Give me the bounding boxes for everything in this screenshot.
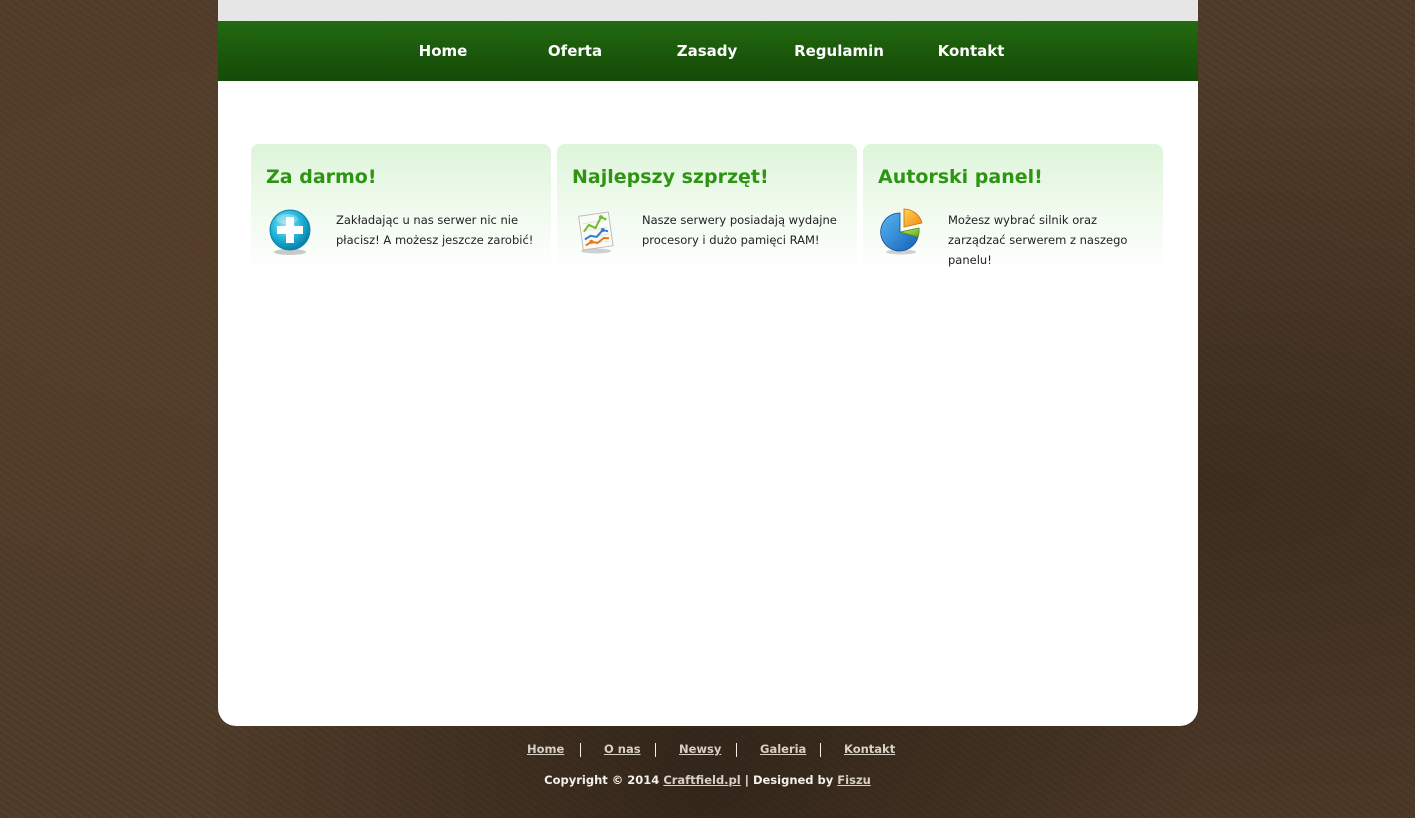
pie-chart-icon — [879, 208, 925, 256]
feature-description: Zakładając u nas serwer nic nie płacisz!… — [336, 213, 534, 247]
nav-item-home[interactable]: Home — [383, 21, 503, 81]
footer-separator — [820, 743, 821, 757]
feature-title: Za darmo! — [266, 166, 377, 188]
footer-separator — [736, 743, 737, 757]
feature-box-hardware: Najlepszy szprzęt! Nasze serwery posiada… — [557, 144, 857, 272]
line-chart-icon — [573, 208, 619, 256]
designed-by-text: | Designed by — [744, 773, 834, 787]
footer-link-galeria[interactable]: Galeria — [760, 742, 806, 756]
designer-link[interactable]: Fiszu — [837, 773, 871, 787]
feature-title: Autorski panel! — [878, 166, 1043, 188]
footer-link-o-nas[interactable]: O nas — [604, 742, 641, 756]
footer-link-kontakt[interactable]: Kontakt — [844, 742, 895, 756]
feature-description: Nasze serwery posiadają wydajne procesor… — [642, 213, 837, 247]
footer-navigation: Home O nas Newsy Galeria Kontakt — [0, 740, 1415, 760]
copyright-text: Copyright © 2014 — [544, 773, 660, 787]
feature-title: Najlepszy szprzęt! — [572, 166, 769, 188]
main-page-container: Home Oferta Zasady Regulamin Kontakt Za … — [218, 0, 1198, 726]
nav-item-kontakt[interactable]: Kontakt — [911, 21, 1031, 81]
footer-separator — [580, 743, 581, 757]
feature-description: Możesz wybrać silnik oraz zarządzać serw… — [948, 213, 1128, 267]
plus-circle-icon — [267, 208, 313, 256]
footer-link-newsy[interactable]: Newsy — [679, 742, 721, 756]
copyright-line: Copyright © 2014 Craftfield.pl | Designe… — [0, 773, 1415, 787]
feature-box-panel: Autorski panel! Możesz wybrać silnik ora… — [863, 144, 1163, 272]
feature-box-free: Za darmo! Zakładając u nas serwer nic ni… — [251, 144, 551, 272]
footer-link-home[interactable]: Home — [527, 742, 564, 756]
nav-item-oferta[interactable]: Oferta — [515, 21, 635, 81]
footer-separator — [655, 743, 656, 757]
site-link[interactable]: Craftfield.pl — [663, 773, 740, 787]
top-strip — [218, 0, 1198, 21]
main-navigation: Home Oferta Zasady Regulamin Kontakt — [218, 21, 1198, 81]
nav-item-regulamin[interactable]: Regulamin — [779, 21, 899, 81]
nav-item-zasady[interactable]: Zasady — [647, 21, 767, 81]
